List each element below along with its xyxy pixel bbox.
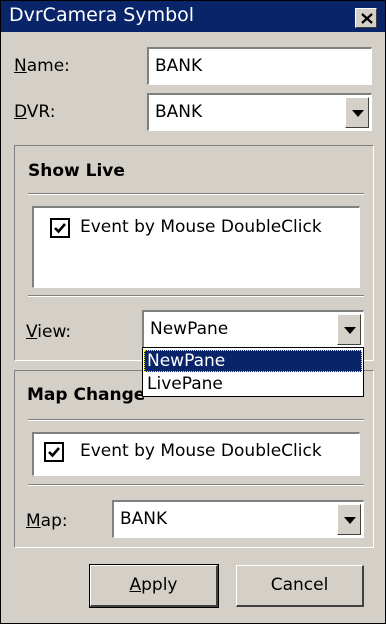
checkmark-icon [48,447,60,458]
dvr-label: DVR: [14,102,56,122]
show-live-title: Show Live [28,161,125,181]
map-change-title: Map Change [27,385,146,405]
map-label: Map: [26,511,68,531]
map-select-value: BANK [120,509,168,529]
map-select[interactable]: BANK [112,500,364,538]
window-title: DvrCamera Symbol [9,4,195,26]
view-select-value: NewPane [150,319,229,339]
close-button[interactable] [355,8,377,28]
show-live-checkbox-label[interactable]: Event by Mouse DoubleClick [80,217,322,237]
map-dropdown-button[interactable] [337,504,361,535]
chevron-down-icon [344,327,356,334]
show-live-separator-bottom [28,295,364,297]
view-option-livepane[interactable]: LivePane [144,373,362,395]
close-icon [361,13,373,24]
name-input-value: BANK [155,56,203,76]
dialog-window: DvrCamera Symbol Name: BANK DVR: BANK Sh… [0,0,386,624]
show-live-checkbox[interactable] [50,218,70,238]
dvr-select[interactable]: BANK [147,93,372,131]
view-dropdown-list: NewPane LivePane [142,347,364,397]
view-option-newpane[interactable]: NewPane [144,350,362,372]
chevron-down-icon [352,110,364,117]
view-label: View: [26,322,72,342]
name-input[interactable]: BANK [147,47,372,85]
cancel-button[interactable]: Cancel [236,565,364,607]
view-dropdown-button[interactable] [337,314,361,345]
chevron-down-icon [344,517,356,524]
view-select[interactable]: NewPane [142,310,364,348]
name-label: Name: [14,56,70,76]
map-change-separator-bottom [28,484,364,486]
dvr-select-value: BANK [155,102,203,122]
dvr-dropdown-button[interactable] [345,97,369,128]
map-change-separator-top [28,419,364,421]
checkmark-icon [54,223,66,234]
map-change-checkbox-label[interactable]: Event by Mouse DoubleClick [80,441,322,461]
show-live-separator-top [28,193,364,195]
map-change-checkbox[interactable] [44,442,64,462]
title-bar[interactable]: DvrCamera Symbol [1,1,385,32]
apply-button[interactable]: Apply [89,564,219,608]
